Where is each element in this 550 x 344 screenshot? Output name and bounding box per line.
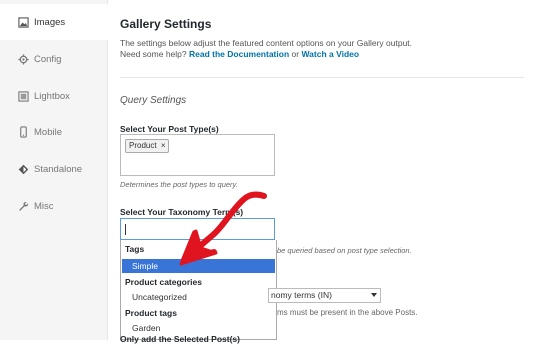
chip-label: Product [129, 141, 157, 150]
sidebar-item-standalone[interactable]: Standalone [0, 151, 107, 187]
select-value: nomy terms (IN) [271, 290, 332, 300]
sidebar-item-label: Lightbox [34, 90, 70, 102]
text-caret [125, 224, 126, 235]
watch-video-link[interactable]: Watch a Video [301, 49, 359, 59]
post-type-help: Determines the post types to query. [120, 180, 238, 189]
image-icon [16, 15, 30, 29]
dropdown-option-garden[interactable]: Garden [122, 321, 275, 335]
dropdown-group-product-tags: Product tags [125, 308, 177, 318]
standalone-icon [16, 162, 30, 176]
mobile-icon [16, 125, 30, 139]
sidebar-item-label: Standalone [34, 163, 83, 175]
or-text: or [291, 49, 300, 59]
chevron-down-icon [371, 293, 377, 297]
sidebar-item-label: Images [34, 16, 66, 28]
taxonomy-search-input[interactable] [120, 218, 275, 240]
page-title: Gallery Settings [120, 17, 212, 31]
post-type-label: Select Your Post Type(s) [120, 124, 219, 134]
taxonomy-dropdown-list[interactable]: Tags Simple Product categories Uncategor… [120, 240, 277, 340]
sidebar-item-images[interactable]: Images [0, 4, 108, 40]
dropdown-group-tags: Tags [125, 244, 145, 254]
dropdown-option-uncategorized[interactable]: Uncategorized [122, 290, 275, 304]
documentation-link[interactable]: Read the Documentation [189, 49, 289, 59]
settings-description: The settings below adjust the featured c… [120, 38, 413, 48]
sidebar-item-label: Misc [34, 200, 54, 212]
help-prefix: Need some help? [120, 49, 187, 59]
divider [120, 77, 524, 78]
sidebar-item-mobile[interactable]: Mobile [0, 114, 107, 150]
terms-relation-select[interactable]: nomy terms (IN) [268, 288, 381, 303]
wrench-icon [16, 199, 30, 213]
sidebar-item-config[interactable]: Config [0, 41, 107, 77]
sidebar-item-label: Config [34, 53, 62, 65]
sidebar-item-misc[interactable]: Misc [0, 188, 107, 224]
chip-remove-icon[interactable]: × [161, 141, 166, 150]
settings-sidebar: Images Config Lightbox Mobile Standalone… [0, 0, 108, 340]
sidebar-item-lightbox[interactable]: Lightbox [0, 78, 107, 114]
terms-relation-help: ms must be present in the above Posts. [277, 308, 418, 317]
sidebar-item-label: Mobile [34, 126, 62, 138]
taxonomy-label: Select Your Taxonomy Term(s) [120, 207, 244, 217]
taxonomy-help: be queried based on post type selection. [277, 246, 412, 255]
gear-icon [16, 52, 30, 66]
bottom-field-label: Only add the Selected Post(s) [120, 334, 240, 344]
lightbox-icon [16, 89, 30, 103]
dropdown-option-simple[interactable]: Simple [122, 259, 275, 273]
post-type-multiselect[interactable]: Product × [120, 134, 275, 176]
help-line: Need some help? Read the Documentation o… [120, 49, 359, 59]
section-title: Query Settings [120, 95, 187, 106]
dropdown-group-product-categories: Product categories [125, 277, 202, 287]
post-type-chip: Product × [125, 139, 170, 153]
